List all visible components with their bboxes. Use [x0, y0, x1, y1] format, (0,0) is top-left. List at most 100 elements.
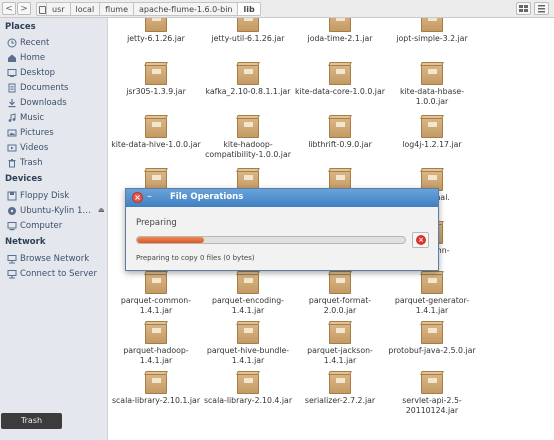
crumb-usr[interactable]: usr	[47, 2, 71, 16]
sidebar-item-label: Pictures	[20, 127, 54, 138]
jar-label-icon	[152, 122, 161, 127]
file-name: servlet-api-2.5-20110124.jar	[402, 396, 462, 415]
sidebar-item-label: Music	[20, 112, 45, 123]
sidebar-item-documents[interactable]: Documents	[7, 81, 68, 94]
crumb-local[interactable]: local	[70, 2, 101, 16]
network-heading: Network	[5, 237, 46, 247]
file-item[interactable]: scala-library-2.10.1.jar	[110, 374, 202, 406]
progress-bar	[136, 236, 406, 244]
file-item[interactable]: log4j-1.2.17.jar	[386, 118, 478, 150]
crumb-flume[interactable]: flume	[100, 2, 134, 16]
jar-label-icon	[152, 69, 161, 74]
jar-file-icon	[145, 324, 167, 344]
file-item[interactable]: kite-hadoop-compatibility-1.0.0.jar	[202, 118, 294, 160]
floppy-icon	[7, 191, 17, 201]
file-item[interactable]: parquet-generator-1.4.1.jar	[386, 274, 478, 316]
file-item[interactable]: servlet-api-2.5-20110124.jar	[386, 374, 478, 416]
file-item[interactable]: parquet-encoding-1.4.1.jar	[202, 274, 294, 316]
file-item[interactable]: parquet-common-1.4.1.jar	[110, 274, 202, 316]
sidebar-item-floppy[interactable]: Floppy Disk	[7, 189, 69, 202]
trash-drop-button[interactable]: Trash	[1, 413, 62, 429]
jar-file-icon	[421, 65, 443, 85]
jar-label-icon	[244, 175, 253, 180]
jar-label-icon	[336, 18, 345, 21]
view-grid-button[interactable]	[516, 2, 531, 15]
close-icon[interactable]: ×	[132, 192, 143, 203]
back-button[interactable]: <	[2, 2, 16, 15]
sidebar-item-computer[interactable]: Computer	[7, 219, 62, 232]
sidebar-item-label: Trash	[20, 157, 43, 168]
file-item[interactable]: jetty-util-6.1.26.jar	[202, 18, 294, 44]
file-name: parquet-encoding-1.4.1.jar	[212, 296, 284, 315]
sidebar-item-videos[interactable]: Videos	[7, 141, 48, 154]
file-item[interactable]: protobuf-java-2.5.0.jar	[386, 324, 478, 356]
file-item[interactable]: joda-time-2.1.jar	[294, 18, 386, 44]
sidebar-item-pictures[interactable]: Pictures	[7, 126, 54, 139]
file-item[interactable]: parquet-jackson-1.4.1.jar	[294, 324, 386, 366]
sidebar-item-label: Ubuntu-Kylin 1…	[20, 205, 91, 216]
jar-label-icon	[428, 328, 437, 333]
jar-label-icon	[152, 278, 161, 283]
optical-disc-icon	[7, 206, 17, 216]
jar-file-icon	[329, 274, 351, 294]
sidebar-item-music[interactable]: Music	[7, 111, 44, 124]
cancel-operation-button[interactable]: ×	[412, 232, 429, 248]
dialog-titlebar: × – File Operations	[126, 189, 438, 207]
sidebar-item-recent[interactable]: Recent	[7, 36, 49, 49]
jar-label-icon	[428, 122, 437, 127]
clock-icon	[7, 38, 17, 48]
jar-label-icon	[428, 69, 437, 74]
file-name: scala-library-2.10.1.jar	[111, 396, 201, 405]
file-name: kite-data-hbase-1.0.0.jar	[399, 87, 465, 106]
sidebar-item-home[interactable]: Home	[7, 51, 45, 64]
file-item[interactable]: libthrift-0.9.0.jar	[294, 118, 386, 150]
sidebar-item-downloads[interactable]: Downloads	[7, 96, 67, 109]
crumb-lib[interactable]: lib	[238, 2, 261, 16]
breadcrumb: usr local flume apache-flume-1.6.0-bin l…	[36, 2, 261, 16]
jar-file-icon	[237, 324, 259, 344]
jar-label-icon	[244, 328, 253, 333]
file-item[interactable]: kite-data-hive-1.0.0.jar	[110, 118, 202, 150]
trash-icon	[7, 158, 17, 168]
file-item[interactable]: scala-library-2.10.4.jar	[202, 374, 294, 406]
jar-file-icon	[329, 18, 351, 32]
file-item[interactable]: kite-data-hbase-1.0.0.jar	[386, 65, 478, 107]
crumb-apache-flume[interactable]: apache-flume-1.6.0-bin	[134, 2, 239, 16]
sidebar-item-browse-network[interactable]: Browse Network	[7, 252, 89, 265]
file-name: kite-hadoop-compatibility-1.0.0.jar	[205, 140, 291, 159]
jar-label-icon	[336, 175, 345, 180]
jar-file-icon	[421, 118, 443, 138]
minimize-icon[interactable]: –	[147, 191, 152, 203]
file-item[interactable]: parquet-hive-bundle-1.4.1.jar	[202, 324, 294, 366]
jar-label-icon	[336, 378, 345, 383]
file-item[interactable]: serializer-2.7.2.jar	[294, 374, 386, 406]
sidebar-item-label: Recent	[20, 37, 50, 48]
file-name: log4j-1.2.17.jar	[402, 140, 462, 149]
jar-file-icon	[329, 65, 351, 85]
jar-label-icon	[428, 175, 437, 180]
sidebar-item-ubuntu-kylin[interactable]: Ubuntu-Kylin 1…	[7, 204, 91, 217]
forward-button[interactable]: >	[17, 2, 31, 15]
sidebar-item-desktop[interactable]: Desktop	[7, 66, 55, 79]
eject-icon[interactable]: ⏏	[98, 206, 105, 214]
file-item[interactable]: jopt-simple-3.2.jar	[386, 18, 478, 44]
file-name: parquet-generator-1.4.1.jar	[394, 296, 470, 315]
jar-label-icon	[152, 175, 161, 180]
server-icon	[7, 269, 17, 279]
menu-button[interactable]	[534, 2, 549, 15]
file-name: scala-library-2.10.4.jar	[203, 396, 293, 405]
location-toggle-icon[interactable]	[36, 2, 47, 16]
file-name: kite-data-core-1.0.0.jar	[295, 87, 385, 96]
file-item[interactable]: parquet-hadoop-1.4.1.jar	[110, 324, 202, 366]
file-item[interactable]: jsr305-1.3.9.jar	[110, 65, 202, 97]
file-item[interactable]: jetty-6.1.26.jar	[110, 18, 202, 44]
file-item[interactable]: kite-data-core-1.0.0.jar	[294, 65, 386, 97]
sidebar-item-connect-server[interactable]: Connect to Server	[7, 267, 97, 280]
places-heading: Places	[5, 22, 36, 32]
file-name: parquet-hive-bundle-1.4.1.jar	[206, 346, 290, 365]
file-item[interactable]: kafka_2.10-0.8.1.1.jar	[202, 65, 294, 97]
file-item[interactable]: parquet-format-2.0.0.jar	[294, 274, 386, 316]
sidebar-item-trash[interactable]: Trash	[7, 156, 42, 169]
sidebar-item-label: Floppy Disk	[20, 190, 70, 201]
jar-file-icon	[329, 324, 351, 344]
